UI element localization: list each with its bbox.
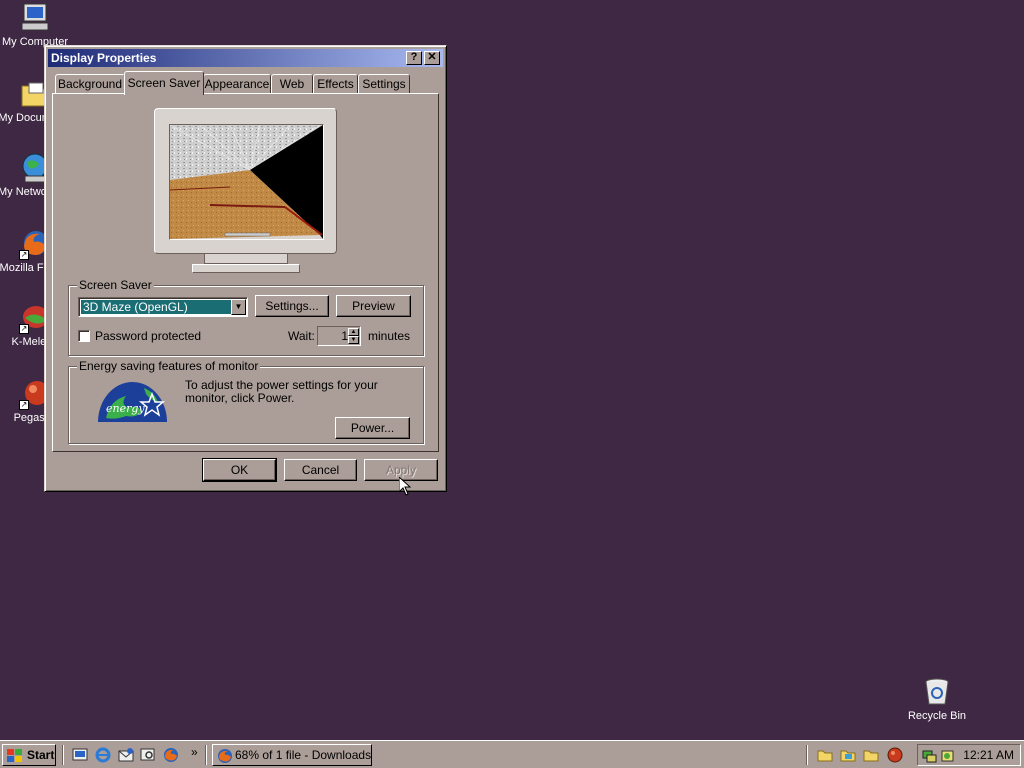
desktop-icon-recycle-bin[interactable]: Recycle Bin — [900, 676, 974, 723]
svg-text:energy: energy — [106, 402, 145, 415]
monitor-stand-neck — [204, 254, 288, 264]
shortcut-arrow-icon: ↗ — [19, 250, 29, 260]
volume-tray-icon[interactable] — [940, 748, 956, 764]
wait-label: Wait: — [288, 329, 315, 343]
title-bar[interactable]: Display Properties ? ✕ — [48, 49, 443, 67]
power-button[interactable]: Power... — [335, 417, 410, 439]
password-protected-checkbox[interactable] — [78, 330, 90, 342]
tab-effects[interactable]: Effects — [313, 74, 358, 94]
folder-pictures-icon[interactable] — [840, 747, 856, 763]
taskbar-button-downloads[interactable]: 68% of 1 file - Downloads — [212, 744, 372, 766]
tab-web[interactable]: Web — [271, 74, 313, 94]
spin-down-icon[interactable]: ▼ — [348, 336, 359, 344]
task-label: 68% of 1 file - Downloads — [235, 748, 372, 762]
quicklaunch-more-button[interactable]: » — [191, 745, 198, 759]
show-desktop-icon[interactable] — [72, 747, 88, 763]
monitor-preview — [154, 108, 337, 254]
outlook-express-icon[interactable] — [118, 747, 134, 763]
tab-screen-saver[interactable]: Screen Saver — [124, 71, 204, 95]
wait-value[interactable]: 1 — [320, 328, 348, 344]
help-button[interactable]: ? — [406, 51, 422, 65]
system-tray: 12:21 AM — [917, 744, 1021, 766]
firefox-task-icon — [218, 749, 232, 763]
tab-settings[interactable]: Settings — [358, 74, 410, 94]
internet-explorer-icon[interactable] — [95, 747, 111, 763]
mouse-cursor-icon — [399, 477, 411, 496]
recycle-bin-icon — [921, 676, 953, 708]
window-title: Display Properties — [51, 51, 157, 65]
tab-background[interactable]: Background — [55, 74, 125, 94]
close-button[interactable]: ✕ — [424, 51, 440, 65]
start-button[interactable]: Start — [2, 744, 56, 766]
taskbar-separator — [62, 745, 64, 765]
wait-spinner[interactable]: 1 ▲ ▼ — [317, 326, 361, 346]
monitor-stand-base — [192, 264, 300, 273]
windows-logo-icon — [7, 749, 22, 762]
start-label: Start — [27, 748, 55, 762]
tab-appearance[interactable]: Appearance — [203, 74, 271, 94]
pegasus-tray-icon[interactable] — [887, 747, 903, 763]
wait-unit-label: minutes — [368, 329, 411, 343]
spin-up-icon[interactable]: ▲ — [348, 328, 359, 336]
desktop-icon-my-computer[interactable]: My Computer — [0, 2, 72, 49]
dropdown-arrow-icon[interactable]: ▼ — [231, 299, 246, 315]
energy-description: To adjust the power settings for your mo… — [185, 378, 378, 405]
screensaver-selected-value: 3D Maze (OpenGL) — [81, 300, 231, 314]
folder-open-icon[interactable] — [863, 747, 879, 763]
firefox-quicklaunch-icon[interactable] — [163, 747, 179, 763]
clock[interactable]: 12:21 AM — [963, 745, 1014, 765]
ok-button[interactable]: OK — [202, 458, 277, 482]
folder-icon[interactable] — [817, 747, 833, 763]
energy-star-logo-icon: energy — [96, 378, 169, 422]
screen-saver-group-title: Screen Saver — [77, 278, 154, 292]
screensaver-preview-screen — [169, 124, 324, 240]
preview-button[interactable]: Preview — [336, 295, 411, 317]
shortcut-arrow-icon: ↗ — [19, 324, 29, 334]
screensaver-select[interactable]: 3D Maze (OpenGL) ▼ — [78, 297, 248, 317]
password-protected-label[interactable]: Password protected — [95, 329, 201, 343]
taskbar: Start » 68% of 1 file - Downloads 12:21 … — [0, 740, 1024, 768]
settings-button[interactable]: Settings... — [255, 295, 329, 317]
shortcut-arrow-icon: ↗ — [19, 400, 29, 410]
energy-group-title: Energy saving features of monitor — [77, 359, 261, 373]
my-computer-icon — [19, 2, 51, 34]
desktop-icon-label: Recycle Bin — [907, 710, 967, 722]
taskbar-separator — [205, 745, 207, 765]
taskbar-separator — [806, 745, 808, 765]
cancel-button[interactable]: Cancel — [284, 459, 357, 481]
search-icon[interactable] — [140, 747, 156, 763]
network-tray-icon[interactable] — [922, 748, 938, 764]
